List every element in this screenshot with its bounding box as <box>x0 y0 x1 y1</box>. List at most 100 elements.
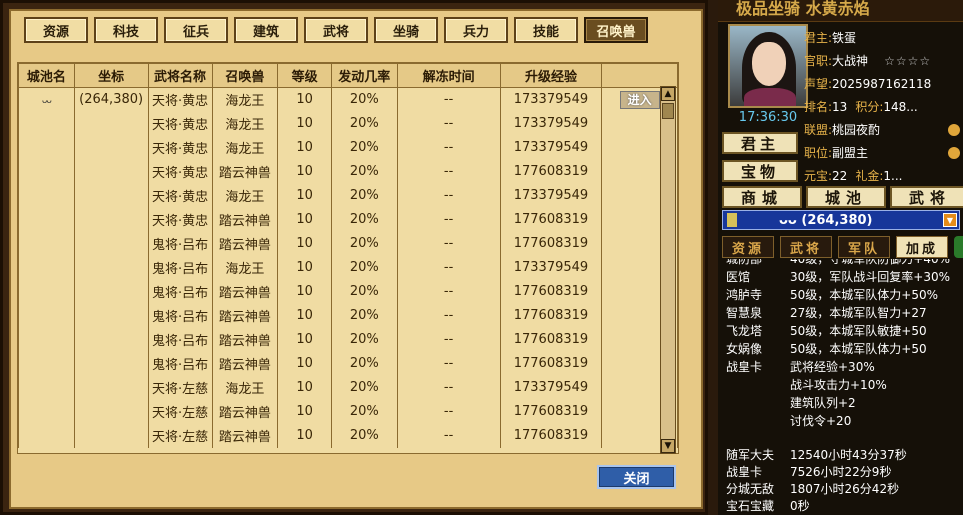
timer-value: 7526小时22分9秒 <box>790 465 892 479</box>
info-subtabs: 资源 武将 军队 加成 <box>722 236 963 258</box>
city-cell: ᴗᴗ <box>18 87 75 112</box>
cell: 鬼将·吕布 <box>147 327 213 352</box>
enter-button[interactable]: 进入 <box>619 90 660 109</box>
cell: -- <box>396 159 501 184</box>
tab-1[interactable]: 科技 <box>94 17 158 43</box>
cell: 20% <box>330 111 398 136</box>
tab-5[interactable]: 坐骑 <box>374 17 438 43</box>
tab-7[interactable]: 技能 <box>514 17 578 43</box>
timer-list: 随军大夫 12540小时43分37秒 战皇卡 7526小时22分9秒 分城无敌 1807小… <box>726 446 962 514</box>
cell: 177608319 <box>499 351 603 376</box>
player-info: 君主: 铁蛋 官职: 大战神 ☆☆☆☆ 声望: 2025987162118 排名: 13 积分: 1… <box>804 26 963 187</box>
timer-name: 随军大夫 <box>726 448 775 462</box>
city-cell <box>18 255 75 280</box>
bonus-name: 鸿胪寺 <box>726 288 763 302</box>
category-tabbar: 资源 科技 征兵 建筑 武将 坐骑 兵力 技能 召唤兽 <box>24 17 654 43</box>
table-row: 天将·左慈 海龙王 10 20% -- 173379549 <box>18 375 678 400</box>
close-button[interactable]: 关闭 <box>597 465 676 489</box>
cell: 173379549 <box>499 183 603 208</box>
cell: 10 <box>277 327 332 352</box>
cell: -- <box>396 375 501 400</box>
cell: 天将·黄忠 <box>147 159 213 184</box>
subtab-2[interactable]: 军队 <box>838 236 890 258</box>
general-button[interactable]: 武将 <box>890 186 963 208</box>
scroll-down-icon[interactable]: ▼ <box>661 439 675 453</box>
city-cell <box>18 183 75 208</box>
table-row: 天将·黄忠 海龙王 10 20% -- 173379549 <box>18 183 678 208</box>
bonus-row: 战斗攻击力+10% <box>726 376 962 394</box>
tab-3[interactable]: 建筑 <box>234 17 298 43</box>
info-row: 职位: 副盟主 <box>804 141 963 164</box>
bonus-row: 智慧泉 27级，本城军队智力+27 <box>726 304 962 322</box>
cell: 20% <box>330 87 398 112</box>
avatar-face <box>752 42 786 86</box>
alliance-icon[interactable] <box>948 123 960 136</box>
cell: 踏云神兽 <box>211 327 279 352</box>
cell: -- <box>396 399 501 424</box>
bonus-name <box>726 412 790 430</box>
tab-4[interactable]: 武将 <box>304 17 368 43</box>
cell: 177608319 <box>499 231 603 256</box>
treasure-button[interactable]: 宝物 <box>722 160 798 182</box>
more-tabs-icon[interactable] <box>954 236 963 258</box>
column-header: 武将名称 <box>147 63 213 88</box>
city-select[interactable]: ᴗᴗ (264,380) ▼ <box>722 210 960 230</box>
cell: 20% <box>330 375 398 400</box>
rank-stars: ☆☆☆☆ <box>884 53 932 68</box>
table-row: 鬼将·吕布 踏云神兽 10 20% -- 177608319 <box>18 351 678 376</box>
lord-button[interactable]: 君主 <box>722 132 798 154</box>
bonus-value: 建筑队列+2 <box>790 396 856 410</box>
cell: 177608319 <box>499 279 603 304</box>
cell: 20% <box>330 351 398 376</box>
table-scrollbar[interactable]: ▲ ▼ <box>660 86 676 454</box>
table-row: 天将·黄忠 海龙王 10 20% -- 173379549 <box>18 135 678 160</box>
avatar[interactable] <box>728 24 808 108</box>
tab-0[interactable]: 资源 <box>24 17 88 43</box>
city-cell <box>18 375 75 400</box>
tab-2[interactable]: 征兵 <box>164 17 228 43</box>
cell: 20% <box>330 327 398 352</box>
bonus-value: 50级，本城军队敏捷+50 <box>790 324 927 338</box>
bonus-name: 女娲像 <box>726 342 763 356</box>
table-row: 天将·左慈 踏云神兽 10 20% -- 177608319 <box>18 399 678 424</box>
cell: 173379549 <box>499 375 603 400</box>
bonus-row: 女娲像 50级，本城军队体力+50 <box>726 340 962 358</box>
cell: 20% <box>330 159 398 184</box>
cell: 173379549 <box>499 135 603 160</box>
shop-button[interactable]: 商城 <box>722 186 802 208</box>
scroll-up-icon[interactable]: ▲ <box>661 87 675 101</box>
coord-cell <box>73 207 149 232</box>
cell: 踏云神兽 <box>211 231 279 256</box>
tab-8[interactable]: 召唤兽 <box>584 17 648 43</box>
info-label: 君主: <box>804 31 833 45</box>
cell: 天将·左慈 <box>147 375 213 400</box>
subtab-0[interactable]: 资源 <box>722 236 774 258</box>
bonus-name <box>726 376 790 394</box>
cell: -- <box>396 423 501 448</box>
game-screen: 资源 科技 征兵 建筑 武将 坐骑 兵力 技能 召唤兽 城池名 坐标 武将名称 召唤兽 等级 发动几率 解冻… <box>0 0 963 515</box>
column-header: 解冻时间 <box>396 63 501 88</box>
chevron-down-icon[interactable]: ▼ <box>943 213 957 227</box>
subtab-1[interactable]: 武将 <box>780 236 832 258</box>
info-label-2: 积分: <box>855 100 884 114</box>
bonus-row: 战皇卡 武将经验+30% <box>726 358 962 376</box>
subtab-3[interactable]: 加成 <box>896 236 948 258</box>
cell: 海龙王 <box>211 183 279 208</box>
bonus-name: 飞龙塔 <box>726 324 763 338</box>
coord-cell <box>73 375 149 400</box>
cell: 10 <box>277 87 332 112</box>
cell: 20% <box>330 303 398 328</box>
cell: 海龙王 <box>211 111 279 136</box>
gear-icon[interactable] <box>948 146 960 159</box>
city-button[interactable]: 城池 <box>806 186 886 208</box>
scroll-thumb[interactable] <box>662 103 674 119</box>
bonus-value: 50级，本城军队体力+50% <box>790 288 938 302</box>
cell: 20% <box>330 231 398 256</box>
cell: 10 <box>277 303 332 328</box>
coord-cell <box>73 327 149 352</box>
tab-6[interactable]: 兵力 <box>444 17 508 43</box>
bonus-value: 讨伐令+20 <box>790 414 852 428</box>
title-banner: 极品坐骑 水黄赤焰 <box>718 0 963 22</box>
info-value: 22 <box>832 168 848 183</box>
cell: 天将·黄忠 <box>147 87 213 112</box>
